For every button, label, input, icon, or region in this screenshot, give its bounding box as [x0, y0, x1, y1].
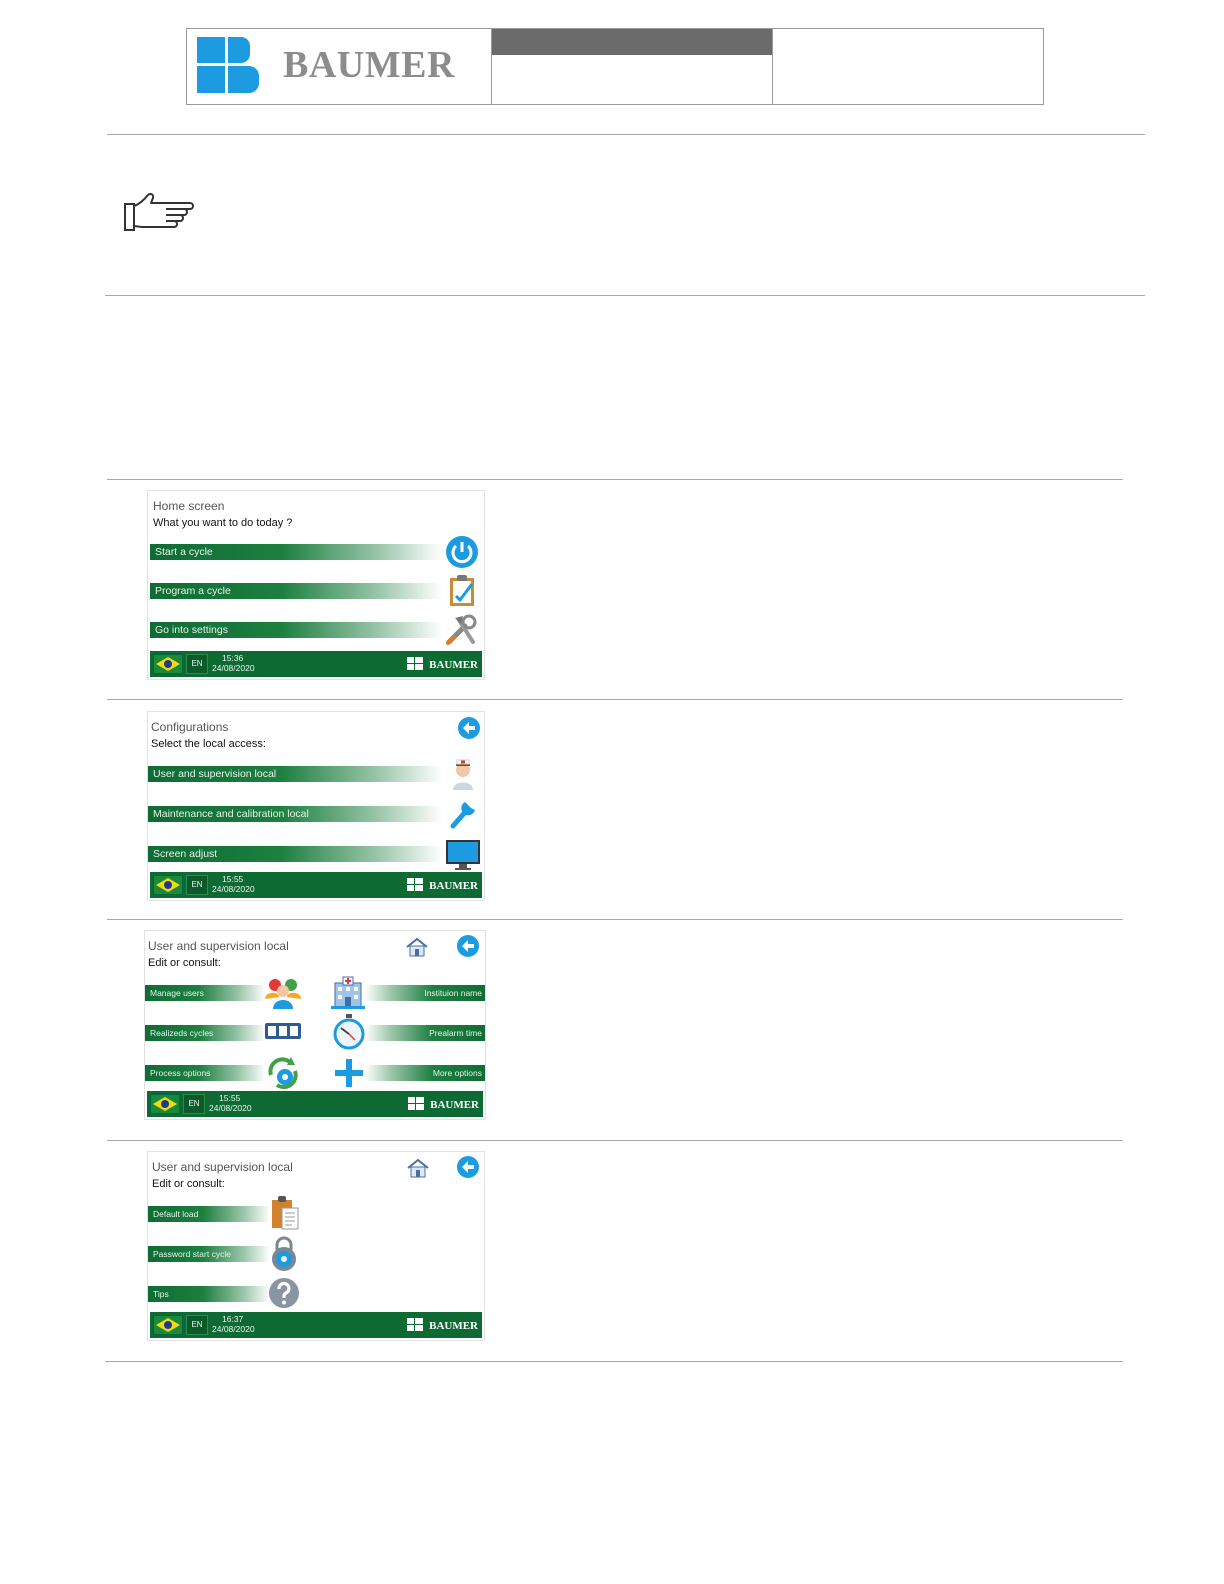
brand-name: BAUMER: [283, 44, 455, 86]
program-cycle-button[interactable]: Program a cycle: [150, 583, 442, 599]
process-options-button[interactable]: Process options: [145, 1065, 265, 1081]
screen-adjust-button[interactable]: Screen adjust: [148, 846, 442, 862]
panel-title: User and supervision local: [148, 939, 289, 953]
status-footer: EN 16:37 24/08/2020 BAUMER: [150, 1312, 482, 1338]
home-icon[interactable]: [405, 937, 429, 957]
configurations-panel: Configurations Select the local access: …: [147, 711, 485, 901]
manage-users-button[interactable]: Manage users: [145, 985, 265, 1001]
language-button[interactable]: EN: [183, 1094, 205, 1114]
divider: [107, 134, 1145, 135]
start-cycle-button[interactable]: Start a cycle: [150, 544, 442, 560]
clock: 15:55 24/08/2020: [209, 1093, 252, 1113]
panel-subtitle: Edit or consult:: [148, 957, 221, 969]
header-dark-bar: [492, 29, 772, 55]
footer-brand: BAUMER: [408, 1097, 479, 1111]
nurse-icon[interactable]: [449, 756, 477, 790]
users-icon[interactable]: [265, 975, 301, 1009]
pointing-hand-icon: [124, 193, 194, 231]
process-gear-icon[interactable]: [265, 1055, 301, 1091]
tools-icon[interactable]: [445, 614, 479, 646]
divider: [105, 295, 1145, 296]
status-footer: EN 15:36 24/08/2020 BAUMER: [150, 651, 482, 677]
user-supervision-button[interactable]: User and supervision local: [148, 766, 442, 782]
clipboard-edit-icon[interactable]: [447, 574, 479, 608]
clock: 16:37 24/08/2020: [212, 1314, 255, 1334]
header-logo-cell: BAUMER: [187, 29, 492, 104]
stopwatch-icon[interactable]: [333, 1014, 365, 1050]
header-table: BAUMER: [186, 28, 1044, 105]
baumer-logo-icon: [408, 1097, 425, 1110]
tips-button[interactable]: Tips: [148, 1286, 270, 1302]
padlock-icon[interactable]: [270, 1236, 298, 1272]
institution-name-button[interactable]: Instituion name: [365, 985, 485, 1001]
maintenance-calibration-button[interactable]: Maintenance and calibration local: [148, 806, 442, 822]
divider: [107, 1140, 1123, 1141]
header-right-cell: [773, 29, 1043, 104]
language-button[interactable]: EN: [186, 654, 208, 674]
power-icon[interactable]: [445, 535, 479, 569]
panel-subtitle: What you want to do today ?: [153, 517, 293, 529]
baumer-logo-icon: [407, 1318, 424, 1331]
password-start-cycle-button[interactable]: Password start cycle: [148, 1246, 270, 1262]
home-screen-panel: Home screen What you want to do today ? …: [147, 490, 485, 680]
more-options-button[interactable]: More options: [365, 1065, 485, 1081]
footer-brand: BAUMER: [407, 878, 478, 892]
back-arrow-icon[interactable]: [456, 934, 480, 958]
baumer-logo-icon: [197, 37, 259, 93]
divider: [107, 699, 1123, 700]
document-icon[interactable]: [270, 1196, 300, 1230]
brazil-flag-icon[interactable]: [153, 875, 183, 895]
realized-cycles-button[interactable]: Realizeds cycles: [145, 1025, 265, 1041]
footer-brand: BAUMER: [407, 657, 478, 671]
help-icon[interactable]: [268, 1277, 300, 1309]
user-supervision-page2-panel: User and supervision local Edit or consu…: [147, 1151, 485, 1341]
language-button[interactable]: EN: [186, 875, 208, 895]
plus-icon[interactable]: [333, 1057, 365, 1089]
brazil-flag-icon[interactable]: [153, 654, 183, 674]
user-supervision-panel: User and supervision local Edit or consu…: [144, 930, 486, 1120]
divider: [107, 479, 1123, 480]
language-button[interactable]: EN: [186, 1315, 208, 1335]
settings-button[interactable]: Go into settings: [150, 622, 442, 638]
header-middle-cell: [492, 29, 773, 104]
default-load-button[interactable]: Default load: [148, 1206, 270, 1222]
divider: [107, 919, 1123, 920]
back-arrow-icon[interactable]: [457, 716, 481, 740]
counter-icon[interactable]: [265, 1023, 301, 1039]
brazil-flag-icon[interactable]: [150, 1094, 180, 1114]
status-footer: EN 15:55 24/08/2020 BAUMER: [147, 1091, 483, 1117]
divider: [105, 1361, 1123, 1362]
panel-subtitle: Select the local access:: [151, 738, 266, 750]
panel-subtitle: Edit or consult:: [152, 1178, 225, 1190]
hospital-icon[interactable]: [331, 975, 365, 1009]
clock: 15:55 24/08/2020: [212, 874, 255, 894]
baumer-logo-icon: [407, 878, 424, 891]
panel-title: Configurations: [151, 720, 229, 734]
wrench-icon[interactable]: [447, 796, 479, 830]
status-footer: EN 15:55 24/08/2020 BAUMER: [150, 872, 482, 898]
monitor-icon[interactable]: [445, 839, 481, 871]
brazil-flag-icon[interactable]: [153, 1315, 183, 1335]
home-icon[interactable]: [406, 1158, 430, 1178]
baumer-logo-icon: [407, 657, 424, 670]
footer-brand: BAUMER: [407, 1318, 478, 1332]
panel-title: Home screen: [153, 499, 225, 513]
panel-title: User and supervision local: [152, 1160, 293, 1174]
back-arrow-icon[interactable]: [456, 1155, 480, 1179]
prealarm-time-button[interactable]: Prealarm time: [365, 1025, 485, 1041]
clock: 15:36 24/08/2020: [212, 653, 255, 673]
